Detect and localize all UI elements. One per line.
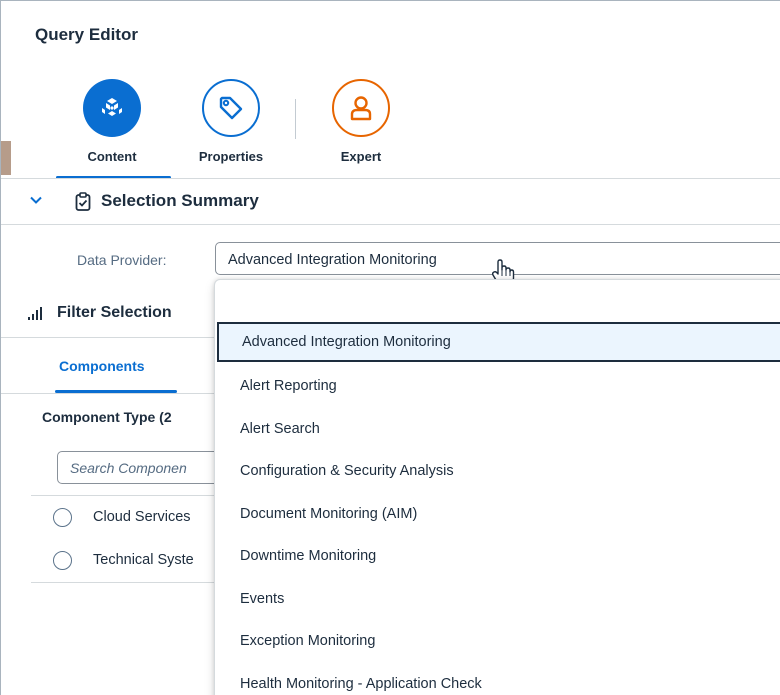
content-label: Content [87,149,137,164]
radio-button[interactable] [53,550,72,570]
dropdown-option[interactable]: Health Monitoring - Application Check [215,664,780,695]
divider [31,582,215,583]
search-components-input[interactable]: Search Componen [57,451,227,484]
chevron-down-icon[interactable] [29,193,43,212]
expert-label: Expert [340,149,382,164]
chart-bars-icon [28,307,50,326]
tab-components[interactable]: Components [59,358,145,374]
dropdown-option[interactable]: Downtime Monitoring [215,536,780,576]
data-provider-label: Data Provider: [77,252,167,268]
dropdown-option[interactable]: Alert Search [215,409,780,449]
toolbar-separator [295,99,296,139]
cube-icon [83,79,141,137]
content-button[interactable]: Content [52,79,172,164]
properties-label: Properties [198,149,264,164]
tag-icon [202,79,260,137]
divider [1,337,215,338]
radio-button[interactable] [53,507,72,527]
data-provider-dropdown[interactable]: Advanced Integration Monitoring Alert Re… [214,279,780,695]
query-editor-window: Query Editor Content Properties Expert S… [0,0,780,695]
dropdown-option[interactable]: Document Monitoring (AIM) [215,494,780,534]
dropdown-option[interactable]: Configuration & Security Analysis [215,451,780,491]
clipboard-check-icon [75,192,91,216]
dropdown-option[interactable]: Advanced Integration Monitoring [217,322,780,362]
list-item[interactable]: Technical Syste [53,549,194,571]
divider [31,495,215,496]
section-title: Selection Summary [101,191,259,210]
toolbar: Content Properties Expert [1,79,780,179]
expert-button[interactable]: Expert [301,79,421,164]
list-item[interactable]: Cloud Services [53,506,191,528]
component-type-label: Component Type (2 [42,409,172,425]
dropdown-option[interactable]: Exception Monitoring [215,621,780,661]
selection-summary-header[interactable]: Selection Summary [1,179,780,225]
list-item-label: Cloud Services [93,509,191,525]
window-title: Query Editor [35,25,138,44]
properties-button[interactable]: Properties [171,79,291,164]
person-icon [332,79,390,137]
dropdown-option[interactable]: Alert Reporting [215,366,780,406]
dropdown-option[interactable]: Events [215,579,780,619]
list-item-label: Technical Syste [93,552,194,568]
divider [1,393,215,394]
filter-selection-title: Filter Selection [57,304,172,321]
